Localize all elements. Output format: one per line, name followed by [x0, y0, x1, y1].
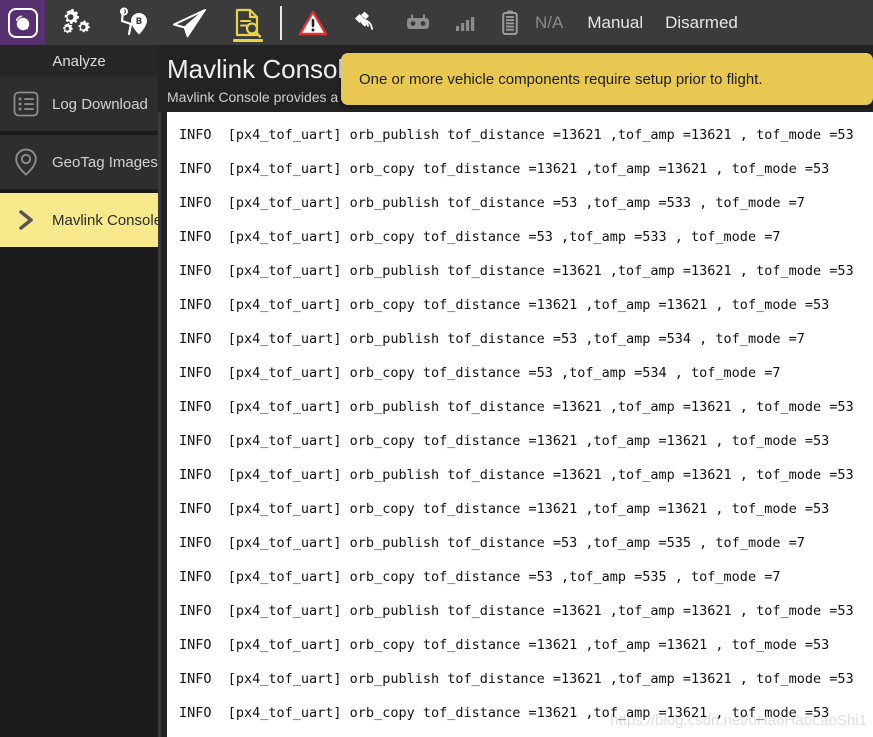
tool-button-vehicle-setup[interactable]	[45, 0, 103, 45]
console-log-line: INFO [px4_tof_uart] orb_publish tof_dist…	[179, 603, 854, 619]
sidebar-item-label: Mavlink Console	[52, 211, 163, 229]
sidebar-item-label: Log Download	[52, 95, 148, 113]
panel-edge	[158, 112, 161, 737]
fly-paperplane-icon	[173, 8, 206, 37]
status-gps-button[interactable]	[341, 0, 391, 45]
console-log-line: INFO [px4_tof_uart] orb_copy tof_distanc…	[179, 229, 781, 245]
analyze-document-icon	[235, 8, 262, 38]
qgroundcontrol-window: B N/A Manual Disarmed Analyze Log Downlo…	[0, 0, 873, 737]
status-battery-button[interactable]	[491, 0, 529, 45]
settings-gears-icon	[63, 8, 90, 33]
console-log-line: INFO [px4_tof_uart] orb_publish tof_dist…	[179, 467, 854, 483]
console-log-line: INFO [px4_tof_uart] orb_copy tof_distanc…	[179, 365, 781, 381]
console-log-line: INFO [px4_tof_uart] orb_publish tof_dist…	[179, 671, 854, 687]
console-log-line: INFO [px4_tof_uart] orb_copy tof_distanc…	[179, 501, 830, 517]
analyze-sidebar: Analyze Log Download GeoTag Images Mavli…	[0, 45, 162, 737]
status-signal-button[interactable]	[445, 0, 487, 45]
top-toolbar: B N/A Manual Disarmed	[0, 0, 873, 45]
svg-text:B: B	[136, 17, 142, 27]
status-indicator-group: N/A Manual Disarmed	[289, 0, 746, 45]
warning-triangle-icon	[298, 10, 328, 35]
console-log-line: INFO [px4_tof_uart] orb_copy tof_distanc…	[179, 569, 781, 585]
toolbar-separator	[280, 5, 282, 40]
console-log-line: INFO [px4_tof_uart] orb_copy tof_distanc…	[179, 297, 830, 313]
console-log-line: INFO [px4_tof_uart] orb_publish tof_dist…	[179, 127, 854, 143]
main-content-area: Mavlink Console Mavlink Console provides…	[158, 45, 873, 737]
sidebar-item-geotag-images[interactable]: GeoTag Images	[0, 135, 158, 189]
battery-icon	[502, 10, 518, 35]
chevron-right-icon	[10, 204, 42, 236]
sidebar-item-mavlink-console[interactable]: Mavlink Console	[0, 193, 162, 247]
status-warning-button[interactable]	[289, 0, 337, 45]
list-lines-icon	[10, 88, 42, 120]
console-line-list: INFO [px4_tof_uart] orb_publish tof_dist…	[167, 112, 873, 730]
sidebar-item-label: GeoTag Images	[52, 153, 158, 171]
console-log-line: INFO [px4_tof_uart] orb_publish tof_dist…	[179, 535, 805, 551]
tool-button-group: B	[45, 0, 277, 45]
map-pin-icon	[10, 146, 42, 178]
tool-button-fly[interactable]	[161, 0, 219, 45]
flight-mode-selector[interactable]: Manual	[577, 13, 653, 33]
tool-button-analyze[interactable]	[219, 0, 277, 45]
battery-value-label: N/A	[535, 12, 564, 32]
qgc-logo-icon	[7, 7, 38, 38]
console-log-line: INFO [px4_tof_uart] orb_copy tof_distanc…	[179, 637, 830, 653]
console-log-line: INFO [px4_tof_uart] orb_publish tof_dist…	[179, 399, 854, 415]
page-subtitle: Mavlink Console provides a c	[167, 89, 350, 105]
console-log-line: INFO [px4_tof_uart] orb_copy tof_distanc…	[179, 161, 830, 177]
sidebar-item-log-download[interactable]: Log Download	[0, 77, 158, 131]
signal-bars-icon	[456, 16, 475, 31]
page-title: Mavlink Console	[167, 54, 358, 84]
console-log-line: INFO [px4_tof_uart] orb_publish tof_dist…	[179, 331, 805, 347]
status-rc-button[interactable]	[395, 0, 441, 45]
satellite-gps-icon	[355, 11, 373, 30]
console-log-line: INFO [px4_tof_uart] orb_copy tof_distanc…	[179, 433, 830, 449]
console-log-line: INFO [px4_tof_uart] orb_publish tof_dist…	[179, 195, 805, 211]
arm-state-label[interactable]: Disarmed	[657, 13, 746, 33]
app-logo-button[interactable]	[0, 0, 45, 45]
sidebar-header: Analyze	[0, 45, 158, 77]
console-log-line: INFO [px4_tof_uart] orb_copy tof_distanc…	[179, 705, 830, 721]
tool-button-plan[interactable]: B	[103, 0, 161, 45]
rc-controller-icon	[407, 14, 429, 29]
banner-message: One or more vehicle components require s…	[359, 70, 763, 88]
setup-warning-banner[interactable]: One or more vehicle components require s…	[341, 53, 873, 105]
mavlink-console-output[interactable]: INFO [px4_tof_uart] orb_publish tof_dist…	[167, 112, 873, 737]
plan-route-icon: B	[120, 7, 147, 35]
console-log-line: INFO [px4_tof_uart] orb_publish tof_dist…	[179, 263, 854, 279]
